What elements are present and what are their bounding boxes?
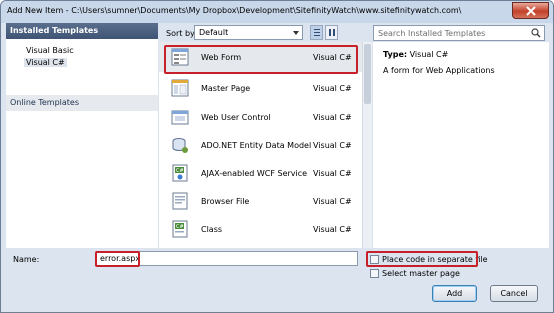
large-icons-view-button[interactable] [325, 25, 338, 40]
template-language: Visual C# [313, 197, 352, 206]
template-list-scrollbar[interactable] [362, 42, 372, 248]
template-language: Visual C# [313, 225, 352, 234]
close-button[interactable] [512, 2, 549, 19]
installed-templates-header[interactable]: Installed Templates [6, 23, 158, 39]
template-language: Visual C# [313, 84, 352, 93]
template-language: Visual C# [313, 113, 352, 122]
template-language: Visual C# [313, 169, 352, 178]
svg-text:C#: C# [176, 168, 184, 174]
template-name: ADO.NET Entity Data Model [201, 141, 312, 150]
type-label: Type: [383, 50, 408, 59]
web-user-control-icon [171, 110, 189, 125]
template-name: Web User Control [201, 113, 271, 122]
template-item-class[interactable]: C# Class Visual C# [159, 214, 362, 244]
template-name: Class [201, 225, 223, 234]
chevron-down-icon [293, 31, 299, 35]
scrollbar-thumb[interactable] [364, 44, 371, 104]
browser-file-icon [172, 192, 188, 210]
sort-by-select[interactable]: Default [194, 25, 303, 40]
template-language: Visual C# [313, 141, 352, 150]
search-placeholder: Search Installed Templates [378, 29, 486, 38]
template-details-panel: Type: Visual C# A form for Web Applicati… [373, 42, 549, 248]
online-templates-header[interactable]: Online Templates [6, 95, 158, 111]
type-line: Type: Visual C# [383, 50, 448, 59]
category-visual-basic[interactable]: Visual Basic [26, 46, 74, 55]
web-form-highlight [164, 45, 358, 74]
select-master-page-checkbox[interactable] [370, 269, 379, 278]
master-page-icon [171, 79, 189, 97]
add-button[interactable]: Add [432, 285, 477, 302]
place-code-highlight [366, 251, 478, 267]
template-item-entity-data-model[interactable]: ADO.NET Entity Data Model Visual C# [159, 130, 362, 160]
type-value: Visual C# [409, 50, 449, 59]
template-item-master-page[interactable]: Master Page Visual C# [159, 73, 362, 103]
sort-by-value: Default [199, 28, 229, 37]
template-item-browser-file[interactable]: Browser File Visual C# [159, 186, 362, 216]
search-icon[interactable] [531, 28, 541, 38]
wcf-service-icon: C# [172, 164, 188, 182]
select-master-page-label[interactable]: Select master page [382, 269, 460, 278]
template-description: A form for Web Applications [383, 66, 495, 75]
category-visual-csharp[interactable]: Visual C# [24, 58, 67, 67]
name-highlight [95, 251, 140, 267]
small-icons-view-button[interactable] [310, 25, 323, 40]
template-name: Browser File [201, 197, 250, 206]
template-categories-panel: Installed Templates Visual Basic Visual … [6, 23, 158, 248]
template-name: Master Page [201, 84, 251, 93]
template-list: Web Form Visual C# Master Page Visual C#… [159, 42, 362, 248]
template-item-web-user-control[interactable]: Web User Control Visual C# [159, 102, 362, 132]
add-new-item-dialog: Add New Item - C:\Users\sumner\Documents… [0, 0, 554, 313]
title-bar: Add New Item - C:\Users\sumner\Documents… [1, 1, 553, 23]
class-icon: C# [172, 220, 188, 238]
template-name: AJAX-enabled WCF Service [201, 169, 308, 178]
cancel-button[interactable]: Cancel [490, 285, 538, 302]
close-icon [526, 6, 536, 16]
window-title: Add New Item - C:\Users\sumner\Documents… [7, 6, 462, 15]
name-label: Name: [13, 255, 40, 264]
search-installed-templates-input[interactable]: Search Installed Templates [373, 25, 545, 41]
sort-by-label: Sort by: [166, 29, 197, 38]
template-item-ajax-wcf-service[interactable]: C# AJAX-enabled WCF Service Visual C# [159, 158, 362, 188]
entity-data-model-icon [172, 138, 188, 153]
svg-text:C#: C# [176, 224, 184, 230]
